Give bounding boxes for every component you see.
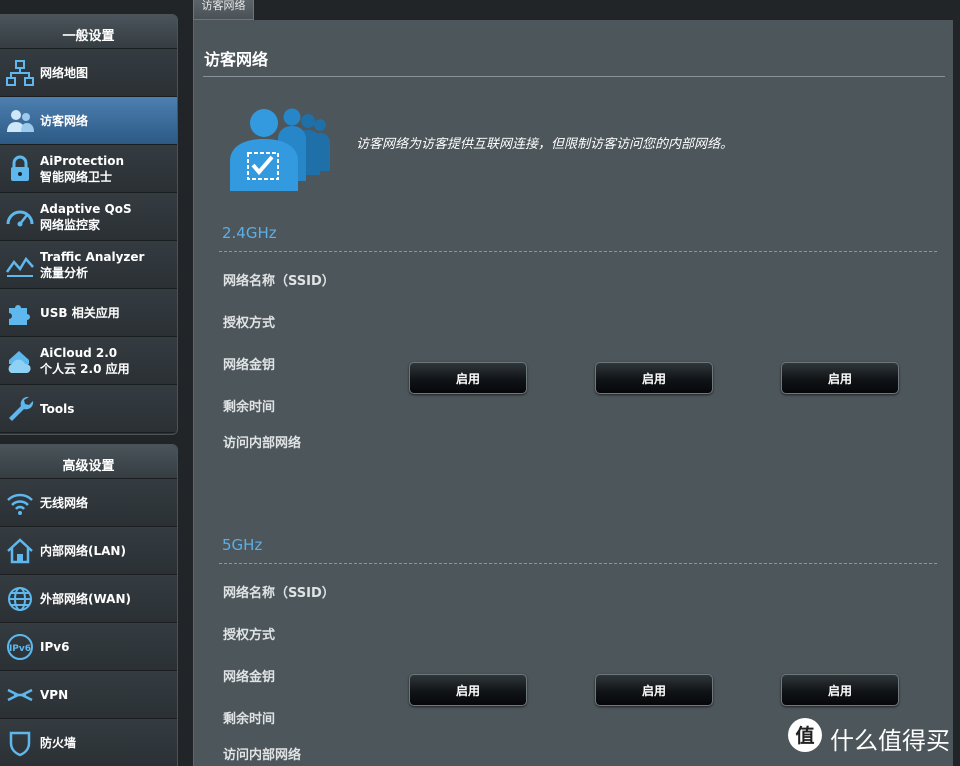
network-map-icon xyxy=(0,49,40,97)
sidebar-item-traffic-analyzer[interactable]: Traffic Analyzer 流量分析 xyxy=(0,241,177,289)
enable-button-5ghz-1[interactable]: 启用 xyxy=(409,674,527,706)
sidebar-item-sublabel: 个人云 2.0 应用 xyxy=(40,361,130,376)
sidebar-item-label: AiCloud 2.0 xyxy=(40,345,118,360)
auth-method-label: 授权方式 xyxy=(223,316,276,331)
general-settings-menu: 一般设置 网络地图 访客网络 AiProtection 智能网络卫士 Adapti… xyxy=(0,14,178,435)
wrench-icon xyxy=(0,385,40,433)
network-key-label: 网络金钥 xyxy=(223,670,276,685)
sidebar-item-firewall[interactable]: 防火墙 xyxy=(0,719,177,766)
enable-button-5ghz-3[interactable]: 启用 xyxy=(781,674,899,706)
svg-text:值: 值 xyxy=(795,724,814,747)
guest-users-icon xyxy=(226,103,341,191)
advanced-settings-title: 高级设置 xyxy=(0,445,177,479)
sidebar-item-label: 防火墙 xyxy=(40,735,77,750)
wifi-icon xyxy=(0,479,40,527)
sidebar-item-vpn[interactable]: VPN xyxy=(0,671,177,719)
sidebar-item-label: 网络地图 xyxy=(40,65,89,80)
enable-button-2-4ghz-2[interactable]: 启用 xyxy=(595,362,713,394)
sidebar-item-network-map[interactable]: 网络地图 xyxy=(0,49,177,97)
sidebar-item-guest-network[interactable]: 访客网络 xyxy=(0,97,177,145)
band-divider xyxy=(219,563,937,564)
guest-network-description: 访客网络为访客提供互联网连接，但限制访客访问您的内部网络。 xyxy=(356,137,734,152)
sidebar-item-sublabel: 网络监控家 xyxy=(40,217,101,232)
sidebar-item-adaptive-qos[interactable]: Adaptive QoS 网络监控家 xyxy=(0,193,177,241)
enable-button-2-4ghz-3[interactable]: 启用 xyxy=(781,362,899,394)
ssid-label: 网络名称（SSID） xyxy=(223,586,335,601)
intranet-access-label: 访问内部网络 xyxy=(223,436,302,451)
sidebar-item-ipv6[interactable]: IPv6 IPv6 xyxy=(0,623,177,671)
home-icon xyxy=(0,527,40,575)
sidebar-item-label: 外部网络(WAN) xyxy=(40,591,131,606)
advanced-settings-menu: 高级设置 无线网络 内部网络(LAN) 外部网络(WAN) IPv6 IPv6 … xyxy=(0,444,178,766)
traffic-chart-icon xyxy=(0,241,40,289)
band-title-2-4ghz: 2.4GHz xyxy=(222,224,277,242)
ssid-label: 网络名称（SSID） xyxy=(223,274,335,289)
network-key-label: 网络金钥 xyxy=(223,358,276,373)
ipv6-icon: IPv6 xyxy=(0,623,40,671)
watermark-logo-icon: 值 xyxy=(786,716,824,760)
sidebar-item-usb-apps[interactable]: USB 相关应用 xyxy=(0,289,177,337)
lock-icon xyxy=(0,145,40,193)
shield-icon xyxy=(0,719,40,766)
intranet-access-label: 访问内部网络 xyxy=(223,748,302,763)
sidebar-item-sublabel: 智能网络卫士 xyxy=(40,169,113,184)
vpn-icon xyxy=(0,671,40,719)
sidebar-item-label: USB 相关应用 xyxy=(40,305,120,320)
enable-button-2-4ghz-1[interactable]: 启用 xyxy=(409,362,527,394)
sidebar-item-label: 内部网络(LAN) xyxy=(40,543,126,558)
sidebar-item-label: 无线网络 xyxy=(40,495,89,510)
sidebar-item-lan[interactable]: 内部网络(LAN) xyxy=(0,527,177,575)
sidebar-item-label: AiProtection xyxy=(40,153,124,168)
sidebar-item-label: IPv6 xyxy=(40,639,70,654)
sidebar-item-wan[interactable]: 外部网络(WAN) xyxy=(0,575,177,623)
time-remaining-label: 剩余时间 xyxy=(223,712,276,727)
title-divider xyxy=(203,76,945,77)
sidebar-item-wireless[interactable]: 无线网络 xyxy=(0,479,177,527)
band-divider xyxy=(219,251,937,252)
general-settings-title: 一般设置 xyxy=(0,15,177,49)
auth-method-label: 授权方式 xyxy=(223,628,276,643)
watermark: 值 什么值得买 xyxy=(786,718,950,758)
svg-text:IPv6: IPv6 xyxy=(9,644,31,654)
sidebar-item-label: Traffic Analyzer xyxy=(40,249,145,264)
watermark-text: 什么值得买 xyxy=(830,726,950,755)
cloud-home-icon xyxy=(0,337,40,385)
globe-icon xyxy=(0,575,40,623)
enable-button-5ghz-2[interactable]: 启用 xyxy=(595,674,713,706)
speedometer-icon xyxy=(0,193,40,241)
sidebar-item-aicloud[interactable]: AiCloud 2.0 个人云 2.0 应用 xyxy=(0,337,177,385)
guest-network-panel: 访客网络 访客网络为访客提供互联网连接，但限制访客访问您的内部网络。 2.4GH… xyxy=(193,20,953,766)
sidebar-item-tools[interactable]: Tools xyxy=(0,385,177,433)
time-remaining-label: 剩余时间 xyxy=(223,400,276,415)
puzzle-icon xyxy=(0,289,40,337)
sidebar-item-label: 访客网络 xyxy=(40,113,89,128)
sidebar-item-label: Adaptive QoS xyxy=(40,201,132,216)
sidebar-item-sublabel: 流量分析 xyxy=(40,265,89,280)
band-title-5ghz: 5GHz xyxy=(222,536,263,554)
sidebar-item-aiprotection[interactable]: AiProtection 智能网络卫士 xyxy=(0,145,177,193)
sidebar-item-label: VPN xyxy=(40,687,69,702)
guest-network-icon xyxy=(0,97,40,145)
sidebar-item-label: Tools xyxy=(40,401,75,416)
page-title: 访客网络 xyxy=(204,50,269,69)
tab-guest-network[interactable]: 访客网络 xyxy=(193,0,254,20)
